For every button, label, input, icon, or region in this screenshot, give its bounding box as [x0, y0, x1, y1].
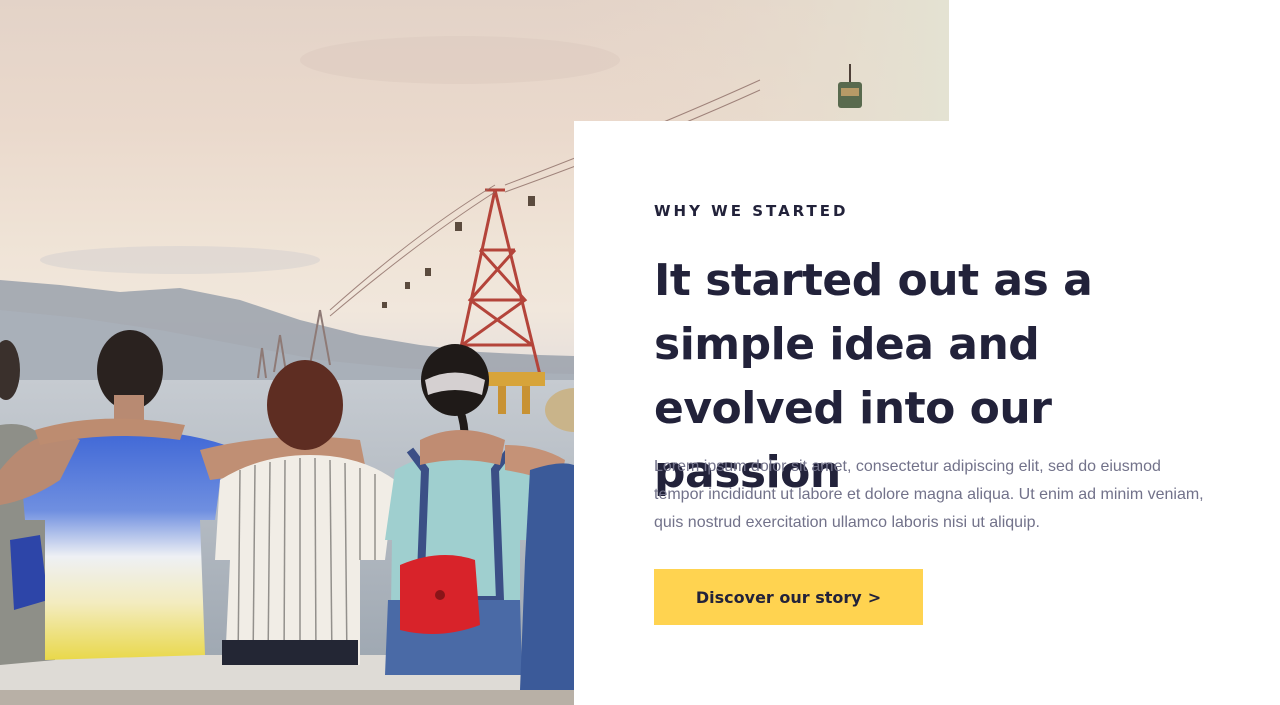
- chevron-right-icon: >: [867, 587, 882, 607]
- eyebrow-label: WHY WE STARTED: [654, 202, 849, 220]
- body-paragraph: Lorem ipsum dolor sit amet, consectetur …: [654, 458, 1204, 531]
- content-card: WHY WE STARTED It started out as a simpl…: [574, 121, 1280, 705]
- discover-story-label: Discover our story: [695, 587, 862, 607]
- about-section: WHY WE STARTED It started out as a simpl…: [0, 0, 1280, 705]
- discover-story-button[interactable]: Discover our story >: [654, 569, 923, 625]
